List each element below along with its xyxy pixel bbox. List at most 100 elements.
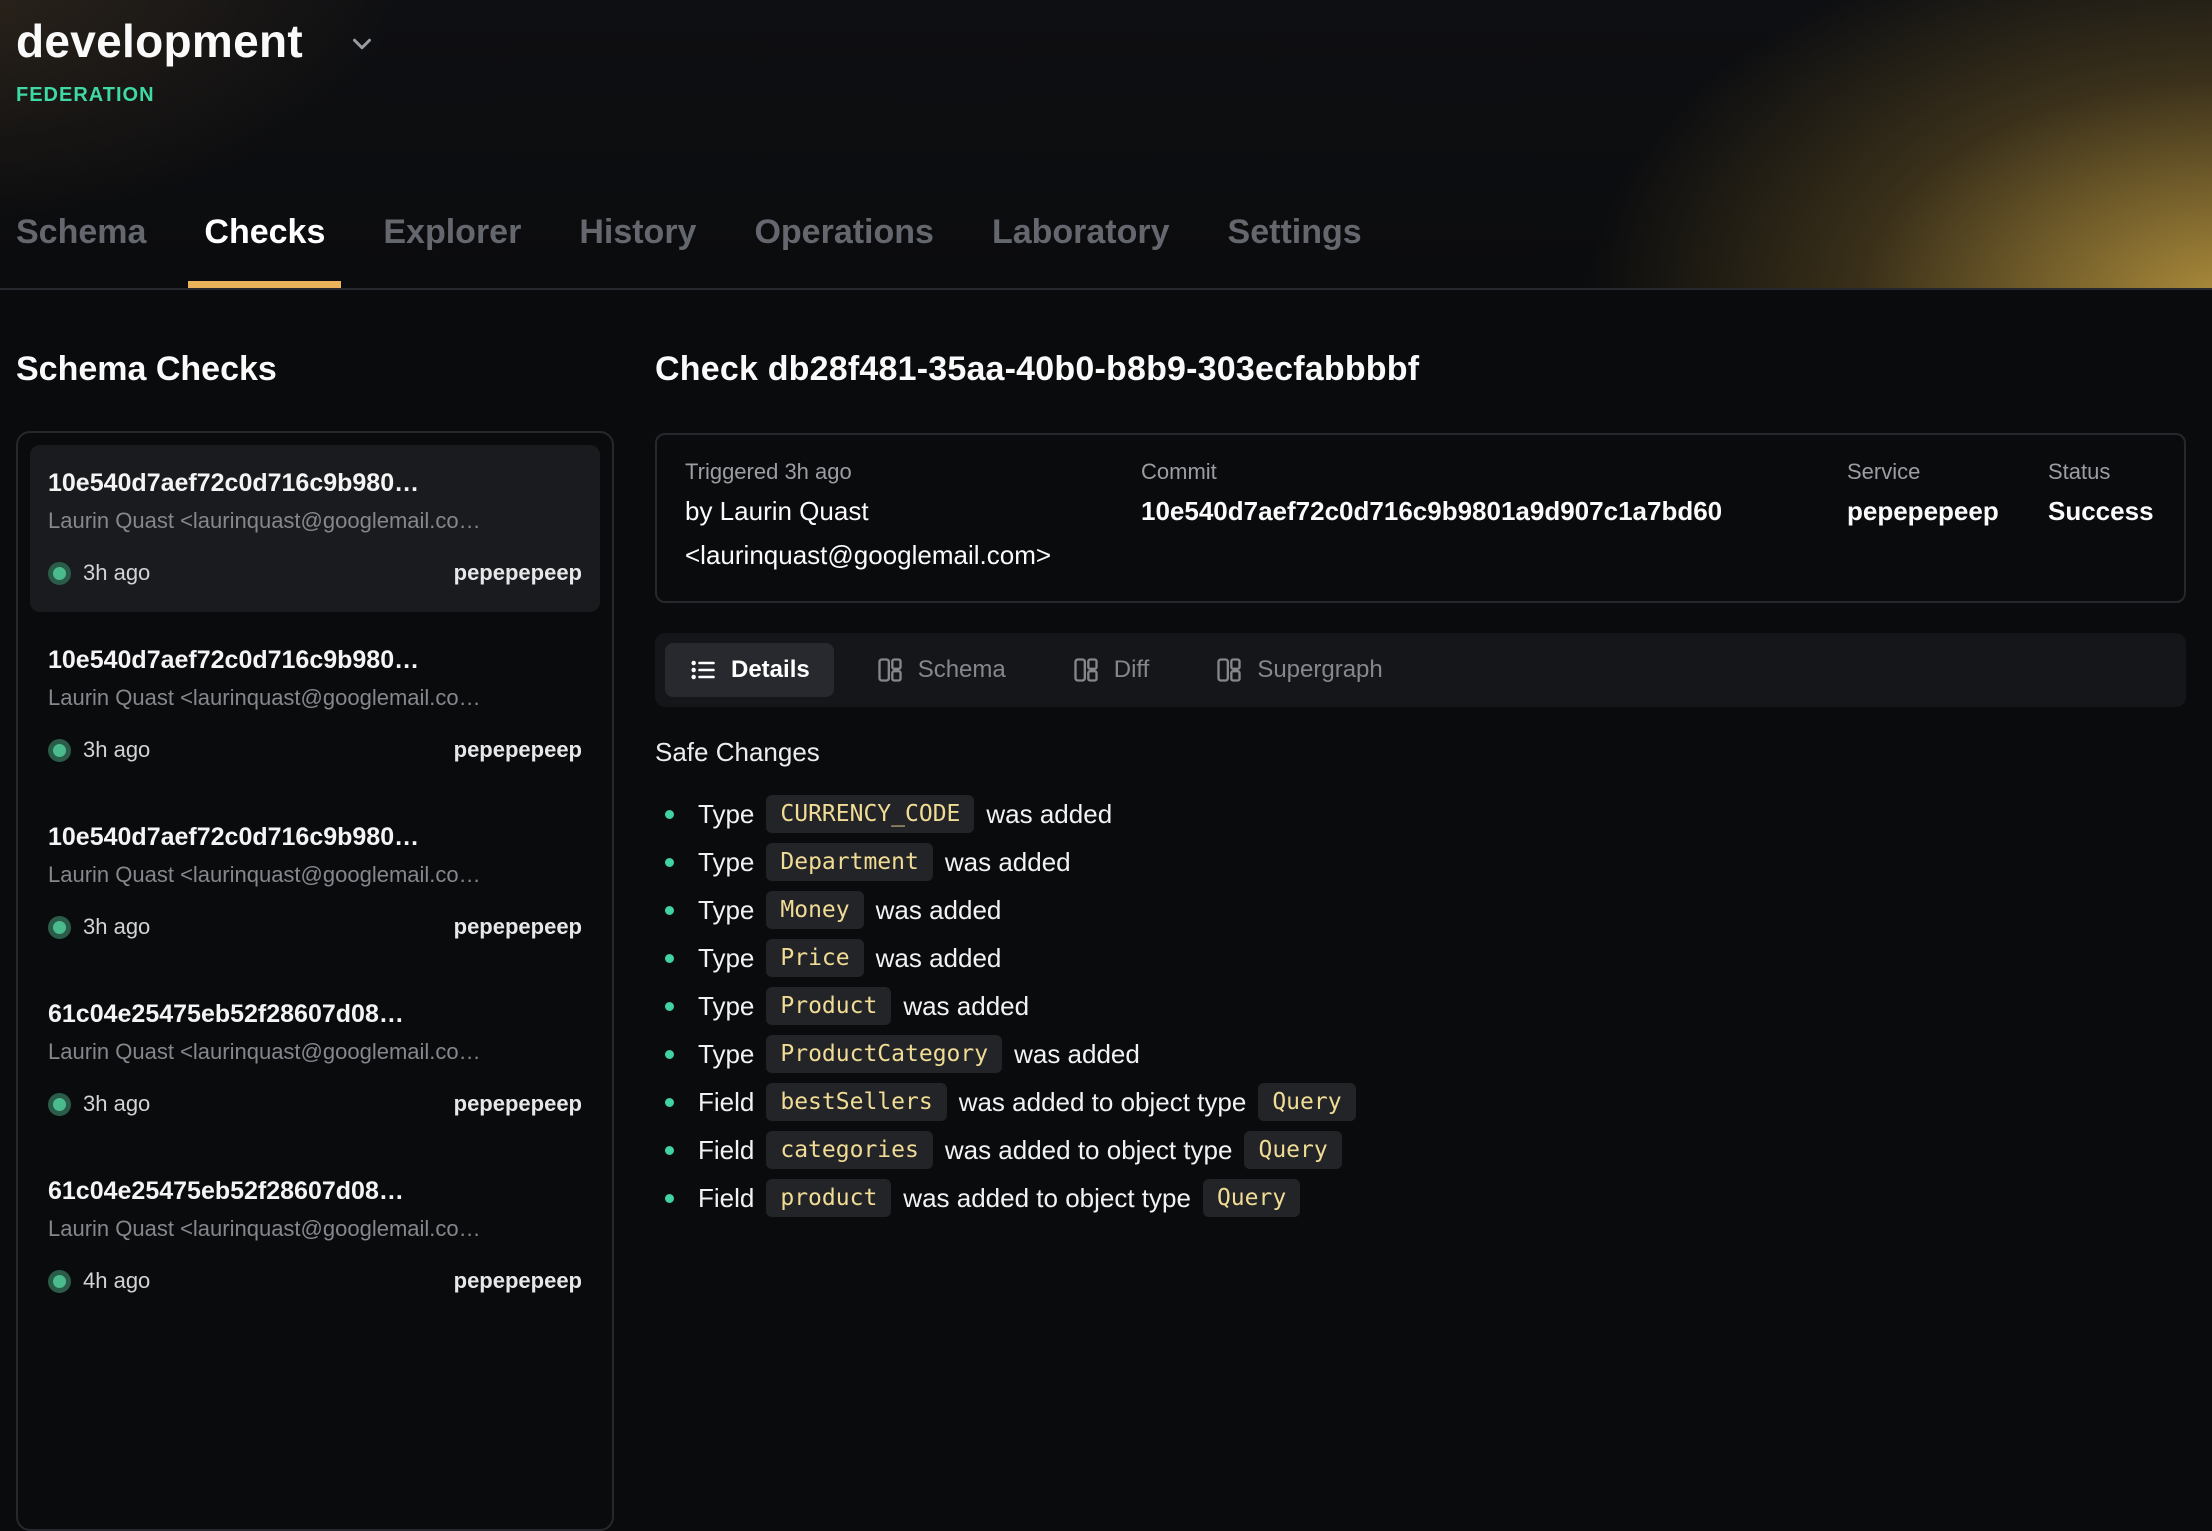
summary-service: Service pepepepeep: [1847, 457, 2048, 575]
check-time: 4h ago: [83, 1268, 150, 1294]
federation-badge: FEDERATION: [16, 84, 2212, 107]
type-name-chip: ProductCategory: [766, 1035, 1002, 1073]
change-item: Type Money was added: [655, 890, 2186, 930]
bullet-icon: [665, 906, 674, 915]
triggered-by: by Laurin Quast: [685, 491, 1141, 531]
check-id: 10e540d7aef72c0d716c9b980…: [48, 823, 582, 852]
change-item: Field bestSellers was added to object ty…: [655, 1082, 2186, 1122]
check-list-item[interactable]: 61c04e25475eb52f28607d08… Laurin Quast <…: [30, 976, 600, 1143]
status-success-icon: [48, 916, 71, 939]
bullet-icon: [665, 810, 674, 819]
bullet-icon: [665, 1050, 674, 1059]
tab-settings[interactable]: Settings: [1228, 213, 1362, 288]
safe-changes-list: Type CURRENCY_CODE was added Type Depart…: [655, 794, 2186, 1218]
check-title: Check db28f481-35aa-40b0-b8b9-303ecfabbb…: [655, 350, 2186, 389]
tab-checks[interactable]: Checks: [204, 213, 325, 288]
field-name-chip: bestSellers: [766, 1083, 946, 1121]
check-summary-box: Triggered 3h ago by Laurin Quast <laurin…: [655, 433, 2186, 603]
tab-operations[interactable]: Operations: [754, 213, 933, 288]
status-success-icon: [48, 739, 71, 762]
check-author: Laurin Quast <laurinquast@googlemail.co…: [48, 862, 582, 888]
list-icon: [689, 656, 717, 684]
status-value: Success: [2048, 491, 2184, 531]
check-list-item[interactable]: 10e540d7aef72c0d716c9b980… Laurin Quast …: [30, 622, 600, 789]
status-success-icon: [48, 1270, 71, 1293]
change-item: Type Product was added: [655, 986, 2186, 1026]
summary-commit: Commit 10e540d7aef72c0d716c9b9801a9d907c…: [1141, 457, 1847, 575]
columns-icon: [1215, 656, 1243, 684]
check-time: 3h ago: [83, 560, 150, 586]
triggered-label: Triggered 3h ago: [685, 457, 1141, 487]
check-time: 3h ago: [83, 737, 150, 763]
field-name-chip: categories: [766, 1131, 932, 1169]
type-name-chip: Department: [766, 843, 932, 881]
bullet-icon: [665, 1194, 674, 1203]
check-list-item[interactable]: 61c04e25475eb52f28607d08… Laurin Quast <…: [30, 1153, 600, 1320]
check-service: pepepepeep: [454, 560, 582, 586]
check-service: pepepepeep: [454, 1268, 582, 1294]
change-item: Field product was added to object type Q…: [655, 1178, 2186, 1218]
check-author: Laurin Quast <laurinquast@googlemail.co…: [48, 508, 582, 534]
change-item: Type Department was added: [655, 842, 2186, 882]
service-name: pepepepeep: [1847, 491, 2048, 531]
columns-icon: [1072, 656, 1100, 684]
chevron-down-icon: [347, 29, 377, 59]
status-label: Status: [2048, 457, 2184, 487]
bullet-icon: [665, 1146, 674, 1155]
summary-triggered: Triggered 3h ago by Laurin Quast <laurin…: [685, 457, 1141, 575]
check-author: Laurin Quast <laurinquast@googlemail.co…: [48, 1039, 582, 1065]
check-id: 61c04e25475eb52f28607d08…: [48, 1000, 582, 1029]
tab-history[interactable]: History: [579, 213, 696, 288]
view-tab-schema[interactable]: Schema: [852, 643, 1030, 697]
type-name-chip: Price: [766, 939, 863, 977]
status-success-icon: [48, 1093, 71, 1116]
page-header: development FEDERATION Schema Checks Exp…: [0, 0, 2212, 290]
tab-explorer[interactable]: Explorer: [383, 213, 521, 288]
type-name-chip: Money: [766, 891, 863, 929]
object-type-chip: Query: [1258, 1083, 1355, 1121]
sidebar-heading: Schema Checks: [16, 350, 614, 389]
check-id: 10e540d7aef72c0d716c9b980…: [48, 469, 582, 498]
triggered-email: <laurinquast@googlemail.com>: [685, 535, 1141, 575]
change-item: Type CURRENCY_CODE was added: [655, 794, 2186, 834]
object-type-chip: Query: [1244, 1131, 1341, 1169]
check-author: Laurin Quast <laurinquast@googlemail.co…: [48, 1216, 582, 1242]
type-name-chip: CURRENCY_CODE: [766, 795, 974, 833]
tab-laboratory[interactable]: Laboratory: [992, 213, 1170, 288]
check-id: 10e540d7aef72c0d716c9b980…: [48, 646, 582, 675]
type-name-chip: Product: [766, 987, 891, 1025]
check-service: pepepepeep: [454, 914, 582, 940]
project-switcher[interactable]: [347, 29, 377, 64]
check-view-tabs: Details Schema Diff Supergraph: [655, 633, 2186, 707]
field-name-chip: product: [766, 1179, 891, 1217]
bullet-icon: [665, 954, 674, 963]
check-id: 61c04e25475eb52f28607d08…: [48, 1177, 582, 1206]
bullet-icon: [665, 1002, 674, 1011]
check-service: pepepepeep: [454, 737, 582, 763]
schema-checks-sidebar: Schema Checks 10e540d7aef72c0d716c9b980……: [16, 290, 614, 1531]
check-time: 3h ago: [83, 1091, 150, 1117]
check-time: 3h ago: [83, 914, 150, 940]
bullet-icon: [665, 858, 674, 867]
commit-label: Commit: [1141, 457, 1847, 487]
view-tab-supergraph[interactable]: Supergraph: [1191, 643, 1406, 697]
project-title: development: [16, 14, 303, 68]
check-detail-panel: Check db28f481-35aa-40b0-b8b9-303ecfabbb…: [655, 290, 2186, 1226]
bullet-icon: [665, 1098, 674, 1107]
columns-icon: [876, 656, 904, 684]
view-tab-diff[interactable]: Diff: [1048, 643, 1174, 697]
check-list-item[interactable]: 10e540d7aef72c0d716c9b980… Laurin Quast …: [30, 799, 600, 966]
status-success-icon: [48, 562, 71, 585]
change-item: Type ProductCategory was added: [655, 1034, 2186, 1074]
tab-schema[interactable]: Schema: [16, 213, 146, 288]
check-list-item[interactable]: 10e540d7aef72c0d716c9b980… Laurin Quast …: [30, 445, 600, 612]
check-list: 10e540d7aef72c0d716c9b980… Laurin Quast …: [16, 431, 614, 1531]
view-tab-details[interactable]: Details: [665, 643, 834, 697]
service-label: Service: [1847, 457, 2048, 487]
commit-hash: 10e540d7aef72c0d716c9b9801a9d907c1a7bd60: [1141, 491, 1847, 531]
summary-status: Status Success: [2048, 457, 2184, 575]
safe-changes-heading: Safe Changes: [655, 737, 2186, 768]
change-item: Type Price was added: [655, 938, 2186, 978]
main-nav: Schema Checks Explorer History Operation…: [16, 213, 1362, 288]
object-type-chip: Query: [1203, 1179, 1300, 1217]
